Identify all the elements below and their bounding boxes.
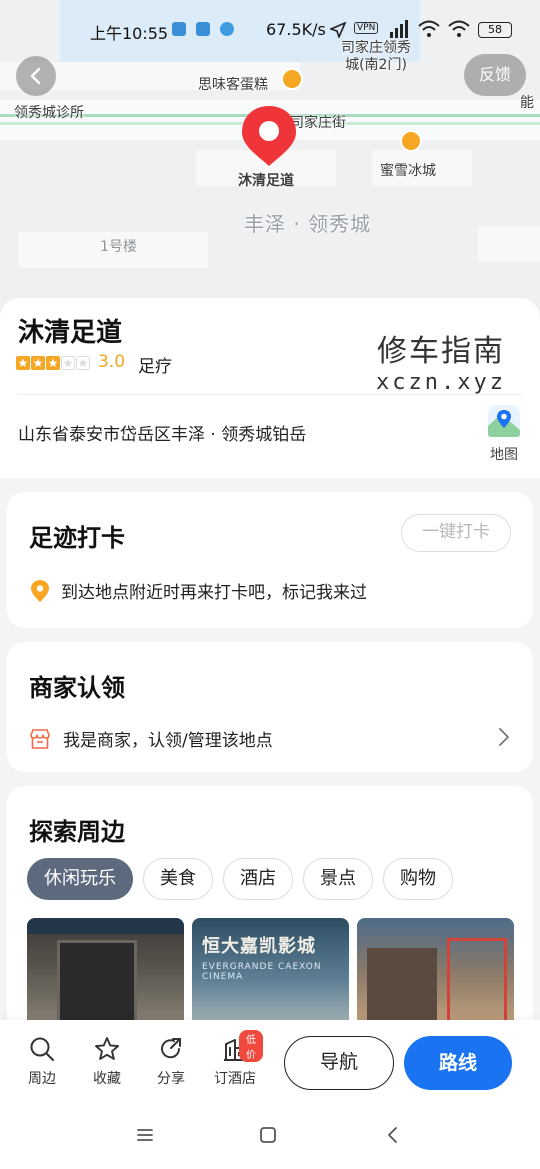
wifi-icon xyxy=(418,20,440,37)
route-button[interactable]: 路线 xyxy=(404,1036,512,1090)
map-label-district: 丰泽 · 领秀城 xyxy=(244,212,372,236)
star-empty-icon xyxy=(61,356,75,370)
share-icon xyxy=(161,1038,181,1059)
photo-cinema-sub: EVERGRANDE CAEXON CINEMA xyxy=(202,962,322,982)
tab-book-hotel[interactable]: 低价 订酒店 xyxy=(207,1030,263,1088)
search-icon xyxy=(30,1037,54,1061)
map-button[interactable]: 地图 xyxy=(484,404,524,464)
photo-cinema-name: 恒大嘉凯影城 xyxy=(202,936,316,957)
nearby-photo[interactable] xyxy=(27,918,184,1028)
navigate-button[interactable]: 导航 xyxy=(284,1036,394,1090)
map-label-icecream[interactable]: 蜜雪冰城 xyxy=(380,160,436,180)
map-block xyxy=(478,226,540,262)
map-label-clinic[interactable]: 领秀城诊所 xyxy=(14,102,84,122)
home-icon[interactable] xyxy=(259,1126,277,1144)
back-icon[interactable] xyxy=(384,1126,402,1144)
status-net-speed: 67.5K/s xyxy=(266,20,326,39)
watermark-url: xczn.xyz xyxy=(376,370,506,395)
map-label-edge: 能 xyxy=(520,95,534,111)
icecream-poi-icon[interactable] xyxy=(400,130,422,152)
nearby-photo[interactable]: 恒大嘉凯影城 EVERGRANDE CAEXON CINEMA xyxy=(192,918,349,1028)
cake-poi-icon[interactable] xyxy=(281,68,303,90)
tab-favorite-label: 收藏 xyxy=(93,1071,121,1087)
star-icon xyxy=(95,1037,119,1060)
merchant-claim-row[interactable]: 我是商家，认领/管理该地点 xyxy=(29,726,273,751)
star-empty-icon xyxy=(76,356,90,370)
low-price-badge: 低价 xyxy=(239,1030,263,1062)
location-arrow-icon xyxy=(330,22,346,38)
star-filled-icon xyxy=(31,356,45,370)
battery-icon: 58 xyxy=(478,22,512,38)
photo-sign xyxy=(27,918,184,934)
star-filled-icon xyxy=(46,356,60,370)
chip-food[interactable]: 美食 xyxy=(143,858,213,900)
store-icon xyxy=(30,728,50,749)
checkin-title: 足迹打卡 xyxy=(29,524,125,552)
bottom-action-bar: 周边 收藏 分享 低价 订酒店 导航 路线 xyxy=(0,1020,540,1110)
tab-book-hotel-label: 订酒店 xyxy=(214,1071,256,1087)
merchant-card: 商家认领 我是商家，认领/管理该地点 xyxy=(7,642,533,772)
map-label-selected[interactable]: 沐清足道 xyxy=(238,170,294,190)
checkin-hint-text: 到达地点附近时再来打卡吧，标记我来过 xyxy=(61,583,367,603)
category-chips: 休闲玩乐 美食 酒店 景点 购物 xyxy=(27,858,453,900)
rating-score: 3.0 xyxy=(98,352,126,372)
tab-share-label: 分享 xyxy=(157,1071,185,1087)
watermark: 修车指南 xczn.xyz xyxy=(376,326,506,395)
menu-icon[interactable] xyxy=(136,1126,154,1144)
place-address[interactable]: 山东省泰安市岱岳区丰泽 · 领秀城铂岳 xyxy=(18,420,306,445)
system-nav-bar xyxy=(0,1110,540,1169)
watermark-title: 修车指南 xyxy=(377,334,506,369)
merchant-claim-text: 我是商家，认领/管理该地点 xyxy=(63,731,273,751)
signal-icon xyxy=(390,20,408,38)
tab-share[interactable]: 分享 xyxy=(143,1036,199,1088)
location-marker-icon xyxy=(31,579,49,602)
checkin-hint: 到达地点附近时再来打卡吧，标记我来过 xyxy=(29,578,367,603)
status-time: 上午10:55 xyxy=(90,24,169,43)
place-category: 足疗 xyxy=(138,357,172,377)
nearby-photos: 恒大嘉凯影城 EVERGRANDE CAEXON CINEMA xyxy=(27,918,514,1028)
chip-shopping[interactable]: 购物 xyxy=(383,858,453,900)
chevron-right-icon[interactable] xyxy=(497,726,511,748)
wifi-icon xyxy=(448,20,470,37)
app-notify-icon xyxy=(220,22,234,36)
map-icon xyxy=(488,405,520,437)
tab-nearby-label: 周边 xyxy=(28,1071,56,1087)
feedback-button[interactable]: 反馈 xyxy=(464,54,526,96)
chip-hotel[interactable]: 酒店 xyxy=(223,858,293,900)
rating-stars xyxy=(16,356,90,370)
divider xyxy=(18,394,522,395)
explore-title: 探索周边 xyxy=(29,818,125,846)
photo-building xyxy=(367,948,437,1028)
nearby-photo[interactable] xyxy=(357,918,514,1028)
telegram-icon xyxy=(196,22,210,36)
vpn-icon: VPN xyxy=(354,22,379,34)
location-pin-icon xyxy=(242,106,296,166)
map-label-cake[interactable]: 思味客蛋糕 xyxy=(198,74,268,94)
chip-leisure[interactable]: 休闲玩乐 xyxy=(27,858,133,900)
place-name: 沐清足道 xyxy=(18,318,123,348)
photo-doorway xyxy=(57,940,137,1028)
tab-favorite[interactable]: 收藏 xyxy=(79,1036,135,1088)
status-bar: 上午10:55 67.5K/s VPN 58 xyxy=(0,14,540,46)
star-filled-icon xyxy=(16,356,30,370)
map-view[interactable]: 领秀城诊所 思味客蛋糕 司家庄领秀城(南2门) 司家庄街 蜜雪冰城 能 沐清足道… xyxy=(0,0,540,320)
checkin-card: 足迹打卡 一键打卡 到达地点附近时再来打卡吧，标记我来过 xyxy=(7,492,533,628)
one-key-checkin-button[interactable]: 一键打卡 xyxy=(401,514,511,552)
tab-nearby[interactable]: 周边 xyxy=(14,1036,70,1088)
telegram-icon xyxy=(172,22,186,36)
chevron-left-icon xyxy=(30,67,41,85)
map-button-label: 地图 xyxy=(490,447,518,463)
place-info-card: 沐清足道 3.0 足疗 修车指南 xczn.xyz 山东省泰安市岱岳区丰泽 · … xyxy=(0,298,540,478)
map-label-building: 1号楼 xyxy=(100,239,137,255)
chip-scenic[interactable]: 景点 xyxy=(303,858,373,900)
merchant-title: 商家认领 xyxy=(29,674,125,702)
map-label-street: 司家庄街 xyxy=(290,115,346,131)
photo-scaffold xyxy=(447,938,507,1028)
back-button[interactable] xyxy=(16,56,56,96)
